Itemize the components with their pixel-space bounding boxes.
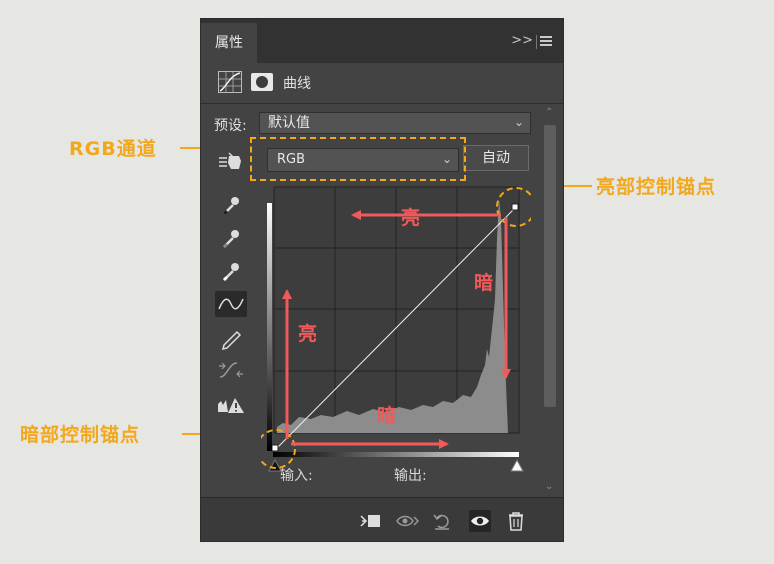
white-point-slider[interactable] (510, 458, 524, 472)
reset-icon (433, 514, 449, 530)
delete-button[interactable] (505, 510, 527, 532)
panel-tab-bar: 属性 >> (201, 19, 563, 63)
white-point-eyedropper[interactable] (215, 257, 247, 283)
auto-button[interactable]: 自动 (463, 145, 529, 171)
view-previous-button[interactable] (395, 510, 420, 532)
gray-point-eyedropper[interactable] (215, 224, 247, 250)
gray-point-eyedropper-icon (222, 230, 239, 249)
rgb-channel-highlight-box (250, 137, 466, 181)
output-label: 输出: (394, 468, 427, 484)
pencil-tool[interactable] (215, 324, 247, 351)
black-point-eyedropper[interactable] (215, 191, 247, 217)
panel-menu-icon[interactable] (540, 36, 552, 48)
reset-button[interactable] (431, 510, 453, 532)
curve-points-icon (218, 298, 244, 310)
panel-bottom-bar (201, 497, 563, 541)
on-image-adjust-tool[interactable] (215, 149, 247, 175)
preset-label: 预设: (214, 118, 247, 134)
scroll-up-icon[interactable]: ⌃ (545, 107, 553, 118)
visibility-icon (471, 516, 489, 526)
output-gradient-bar (267, 203, 272, 451)
panel-scrollbar[interactable]: ⌃ ⌄ (543, 107, 557, 497)
label-dark-right: 暗 (474, 272, 494, 294)
annotation-rgb-channel: RGB通道 (69, 138, 157, 160)
chevron-down-icon: ⌄ (513, 115, 524, 129)
pencil-icon (221, 330, 242, 351)
black-point-eyedropper-icon (222, 197, 239, 216)
curves-adjustment-icon[interactable] (218, 71, 242, 93)
annotation-highlight-anchor: 亮部控制锚点 (596, 176, 717, 198)
curve-points-tool[interactable] (215, 291, 247, 317)
clipping-warning-icon (218, 398, 244, 413)
preset-value: 默认值 (268, 115, 310, 131)
double-chevron-right-icon[interactable]: >> (511, 33, 533, 48)
shadow-anchor-point[interactable] (271, 444, 279, 452)
smooth-tool[interactable] (215, 357, 247, 383)
visibility-button[interactable] (469, 510, 491, 532)
properties-panel: 属性 >> 曲线 预设: 默认值 ⌄ RGB ⌄ 自动 亮 暗 亮 暗 ⌃ ⌄ … (200, 18, 564, 542)
annotation-shadow-anchor: 暗部控制锚点 (20, 424, 141, 446)
scroll-down-icon[interactable]: ⌄ (545, 481, 553, 492)
label-dark-bottom: 暗 (377, 405, 397, 427)
divider (201, 103, 563, 104)
preset-dropdown[interactable]: 默认值 ⌄ (259, 112, 531, 134)
white-point-eyedropper-icon (222, 263, 239, 282)
label-bright-left: 亮 (298, 323, 318, 345)
layer-mask-icon[interactable] (251, 73, 273, 91)
input-label: 输入: (280, 468, 313, 484)
on-image-adjust-icon (219, 152, 241, 169)
adjustment-title: 曲线 (283, 76, 311, 92)
scroll-thumb[interactable] (544, 125, 556, 407)
view-previous-icon (396, 515, 420, 527)
smooth-icon (219, 362, 243, 378)
input-gradient-bar (273, 452, 519, 457)
tab-properties[interactable]: 属性 (201, 23, 257, 63)
label-bright-top: 亮 (401, 207, 421, 229)
highlight-anchor-point[interactable] (511, 203, 519, 211)
clipping-warning-tool[interactable] (215, 392, 247, 418)
tab-bar-separator (536, 35, 537, 49)
adjustment-header: 曲线 (201, 63, 563, 103)
delete-icon (509, 512, 523, 531)
clip-to-layer-icon (360, 515, 380, 527)
clip-to-layer-button[interactable] (359, 510, 381, 532)
